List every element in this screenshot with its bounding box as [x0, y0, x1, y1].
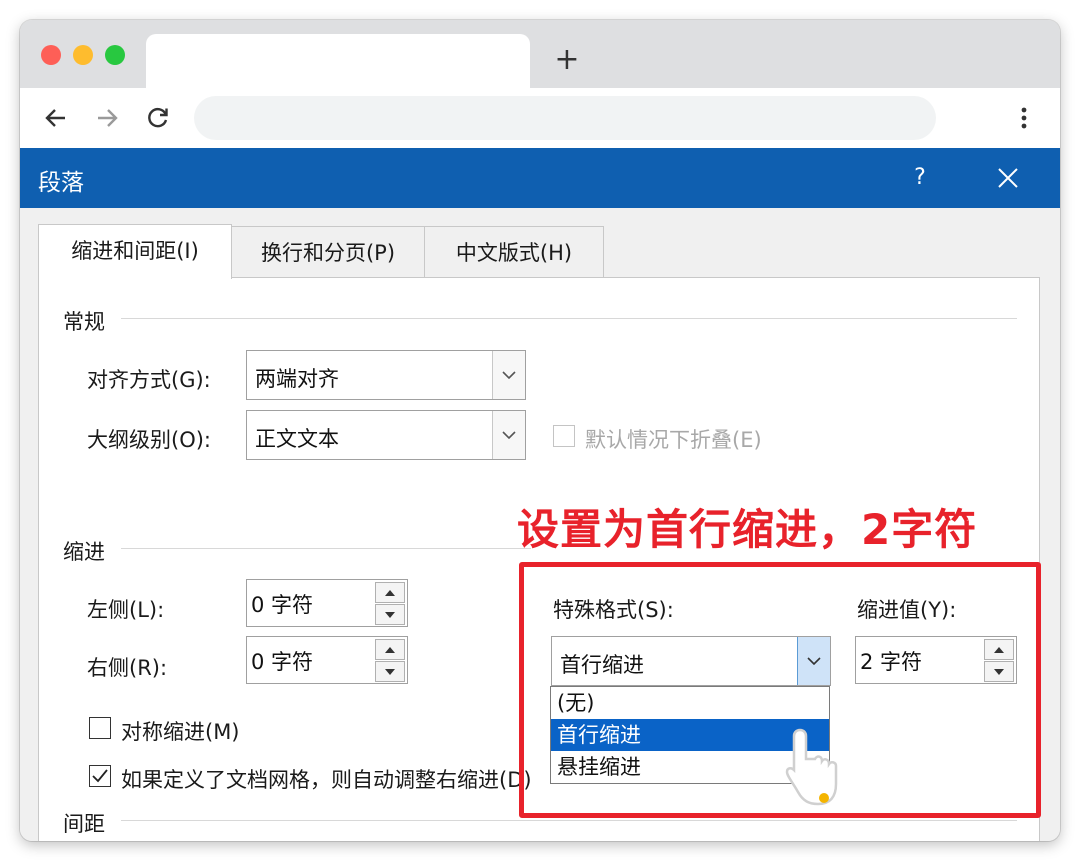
reload-icon [148, 107, 168, 128]
close-icon [998, 168, 1018, 188]
tab-line-page-breaks[interactable]: 换行和分页(P) [230, 226, 426, 277]
browser-toolbar [20, 88, 1060, 148]
address-bar[interactable] [194, 96, 936, 140]
section-indent-title: 缩进 [63, 540, 105, 564]
spin-down-button[interactable] [375, 604, 405, 625]
new-tab-button[interactable]: + [547, 40, 587, 80]
browser-menu-button[interactable] [1004, 98, 1044, 138]
maximize-window-button[interactable] [105, 45, 125, 65]
left-indent-label: 左侧(L): [87, 598, 165, 622]
mirror-indents-checkbox[interactable] [89, 717, 111, 739]
right-indent-value: 0 字符 [251, 650, 314, 674]
browser-titlebar: + [20, 20, 1060, 88]
outline-level-label: 大纲级别(O): [87, 428, 211, 452]
dialog-close-button[interactable] [990, 160, 1026, 196]
section-divider [121, 318, 1017, 319]
forward-button[interactable] [87, 98, 127, 138]
alignment-value: 两端对齐 [255, 367, 339, 391]
section-divider [121, 548, 531, 549]
spin-up-button[interactable] [375, 582, 405, 603]
right-indent-spinner[interactable]: 0 字符 [246, 636, 408, 684]
left-indent-value: 0 字符 [251, 593, 314, 617]
close-window-button[interactable] [41, 45, 61, 65]
checkmark-icon [92, 769, 108, 783]
section-divider [121, 820, 1017, 821]
minimize-window-button[interactable] [73, 45, 93, 65]
auto-adjust-checkbox[interactable] [89, 765, 111, 787]
section-general-title: 常规 [63, 310, 105, 334]
dialog-title: 段落 [38, 170, 84, 196]
annotation-highlight-box [519, 562, 1041, 818]
alignment-label: 对齐方式(G): [87, 368, 211, 392]
browser-tab[interactable] [146, 34, 530, 88]
right-indent-label: 右侧(R): [87, 656, 168, 680]
tab-asian-typography[interactable]: 中文版式(H) [424, 226, 604, 277]
collapse-default-checkbox[interactable] [553, 425, 575, 447]
tab-indents-spacing[interactable]: 缩进和间距(I) [38, 224, 232, 279]
arrow-right-icon [98, 109, 118, 127]
back-button[interactable] [36, 98, 76, 138]
chevron-down-icon [492, 351, 525, 399]
annotation-text: 设置为首行缩进，2字符 [517, 505, 978, 554]
mirror-indents-label: 对称缩进(M) [121, 720, 240, 744]
section-spacing-title: 间距 [63, 812, 105, 836]
reload-button[interactable] [138, 98, 178, 138]
spin-up-button[interactable] [375, 639, 405, 660]
spin-down-button[interactable] [375, 661, 405, 682]
dialog-titlebar: 段落 ? [20, 148, 1060, 208]
hand-pointer-icon [785, 728, 838, 806]
alignment-select[interactable]: 两端对齐 [246, 350, 526, 400]
chevron-down-icon [492, 411, 525, 459]
collapse-default-label: 默认情况下折叠(E) [585, 428, 762, 452]
left-indent-spinner[interactable]: 0 字符 [246, 579, 408, 627]
arrow-left-icon [45, 109, 65, 127]
help-button[interactable]: ? [902, 160, 938, 196]
auto-adjust-label: 如果定义了文档网格，则自动调整右缩进(D) [121, 768, 532, 792]
outline-level-value: 正文文本 [255, 427, 339, 451]
outline-level-select[interactable]: 正文文本 [246, 410, 526, 460]
browser-window: + 段落 ? 缩进和间距(I) 换行和分页(P) 中文版式(H) 常规 对齐方式… [20, 20, 1060, 841]
kebab-menu-icon [1021, 107, 1027, 129]
